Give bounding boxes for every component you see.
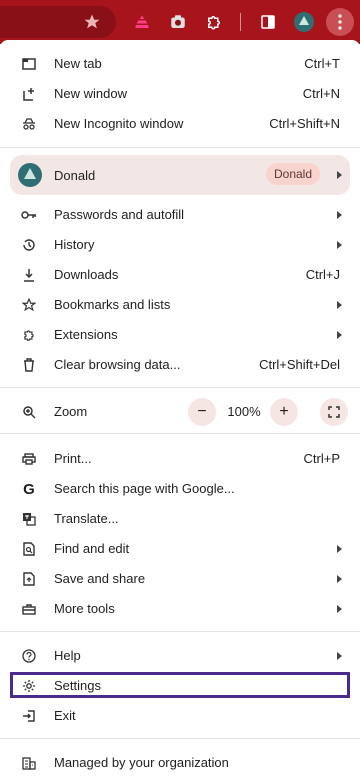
menu-item-exit[interactable]: Exit	[0, 701, 360, 731]
fullscreen-button[interactable]	[320, 398, 348, 426]
menu-item-new-tab[interactable]: New tab Ctrl+T	[0, 49, 360, 79]
extension-pink-icon[interactable]	[130, 10, 154, 34]
chevron-right-icon	[337, 301, 342, 309]
more-menu-icon[interactable]	[326, 8, 354, 36]
menu-item-label: New window	[54, 86, 127, 101]
divider	[0, 433, 360, 434]
menu-item-label: Help	[54, 648, 81, 663]
shortcut: Ctrl+Shift+Del	[259, 357, 340, 372]
toolbar-separator	[240, 13, 241, 31]
divider	[0, 738, 360, 739]
menu-item-label: Find and edit	[54, 541, 130, 556]
menu-item-label: Extensions	[54, 327, 118, 342]
menu-item-label: Clear browsing data...	[54, 357, 181, 372]
browser-toolbar	[0, 0, 360, 44]
menu-item-passwords[interactable]: Passwords and autofill	[0, 200, 360, 230]
google-g-icon: G	[23, 480, 35, 498]
side-panel-icon[interactable]	[256, 10, 280, 34]
menu-item-label: Bookmarks and lists	[54, 297, 171, 312]
menu-item-label: Settings	[54, 678, 101, 693]
menu-item-label: New Incognito window	[54, 116, 184, 131]
shortcut: Ctrl+N	[302, 86, 340, 101]
menu-item-label: Save and share	[54, 571, 146, 586]
fullscreen-icon	[328, 406, 340, 418]
menu-item-downloads[interactable]: Downloads Ctrl+J	[0, 260, 360, 290]
menu-item-find-edit[interactable]: Find and edit	[0, 534, 360, 564]
shortcut: Ctrl+P	[303, 451, 340, 466]
puzzle-icon[interactable]	[202, 10, 226, 34]
menu-item-zoom: Zoom − 100% +	[0, 397, 360, 427]
zoom-icon	[20, 403, 38, 421]
history-icon	[20, 236, 38, 254]
menu-item-settings[interactable]: Settings	[0, 671, 360, 701]
menu-item-label: Translate...	[54, 511, 119, 526]
find-icon	[20, 540, 38, 558]
divider	[0, 147, 360, 148]
menu-item-label: More tools	[54, 601, 115, 616]
avatar	[18, 163, 42, 187]
camera-icon[interactable]	[166, 10, 190, 34]
chrome-menu: New tab Ctrl+T New window Ctrl+N New Inc…	[0, 40, 360, 784]
menu-item-bookmarks[interactable]: Bookmarks and lists	[0, 290, 360, 320]
menu-item-label: Passwords and autofill	[54, 207, 185, 222]
toolbox-icon	[20, 600, 38, 618]
shortcut: Ctrl+Shift+N	[269, 116, 340, 131]
chevron-right-icon	[337, 545, 342, 553]
building-icon	[20, 754, 38, 772]
menu-item-print[interactable]: Print... Ctrl+P	[0, 444, 360, 474]
chevron-right-icon	[337, 331, 342, 339]
chevron-right-icon	[337, 652, 342, 660]
zoom-level: 100%	[227, 404, 261, 419]
puzzle-icon	[20, 326, 38, 344]
menu-item-clear-data[interactable]: Clear browsing data... Ctrl+Shift+Del	[0, 350, 360, 380]
menu-item-managed[interactable]: Managed by your organization	[0, 748, 360, 778]
menu-item-extensions[interactable]: Extensions	[0, 320, 360, 350]
menu-item-label: History	[54, 237, 95, 252]
zoom-out-button[interactable]: −	[188, 398, 216, 426]
divider	[0, 631, 360, 632]
menu-item-save-share[interactable]: Save and share	[0, 564, 360, 594]
menu-item-label: Exit	[54, 708, 76, 723]
menu-item-label: New tab	[54, 56, 102, 71]
menu-item-more-tools[interactable]: More tools	[0, 594, 360, 624]
new-window-icon	[20, 85, 38, 103]
gear-icon	[20, 677, 38, 695]
divider	[0, 387, 360, 388]
menu-item-label: Managed by your organization	[54, 755, 229, 770]
incognito-icon	[20, 115, 38, 133]
zoom-in-button[interactable]: +	[270, 398, 298, 426]
menu-item-translate[interactable]: Translate...	[0, 504, 360, 534]
chevron-right-icon	[337, 605, 342, 613]
menu-item-search-google[interactable]: G Search this page with Google...	[0, 474, 360, 504]
profile-badge: Donald	[266, 163, 320, 185]
menu-item-history[interactable]: History	[0, 230, 360, 260]
chevron-right-icon	[337, 171, 342, 179]
menu-item-help[interactable]: Help	[0, 641, 360, 671]
download-icon	[20, 266, 38, 284]
star-icon[interactable]	[80, 10, 104, 34]
save-share-icon	[20, 570, 38, 588]
menu-item-label: Print...	[54, 451, 92, 466]
chevron-right-icon	[337, 211, 342, 219]
new-tab-icon	[20, 55, 38, 73]
translate-icon	[20, 510, 38, 528]
key-icon	[20, 206, 38, 224]
chevron-right-icon	[337, 575, 342, 583]
menu-item-label: Search this page with Google...	[54, 481, 235, 496]
profile-row[interactable]: Donald Donald	[10, 155, 350, 195]
profile-avatar-icon[interactable]	[292, 10, 316, 34]
exit-icon	[20, 707, 38, 725]
printer-icon	[20, 450, 38, 468]
shortcut: Ctrl+T	[304, 56, 340, 71]
star-outline-icon	[20, 296, 38, 314]
menu-item-label: Zoom	[54, 404, 88, 419]
menu-item-new-window[interactable]: New window Ctrl+N	[0, 79, 360, 109]
chevron-right-icon	[337, 241, 342, 249]
menu-item-label: Downloads	[54, 267, 119, 282]
help-icon	[20, 647, 38, 665]
profile-name: Donald	[54, 168, 96, 183]
menu-item-new-incognito[interactable]: New Incognito window Ctrl+Shift+N	[0, 109, 360, 139]
trash-icon	[20, 356, 38, 374]
shortcut: Ctrl+J	[305, 267, 340, 282]
